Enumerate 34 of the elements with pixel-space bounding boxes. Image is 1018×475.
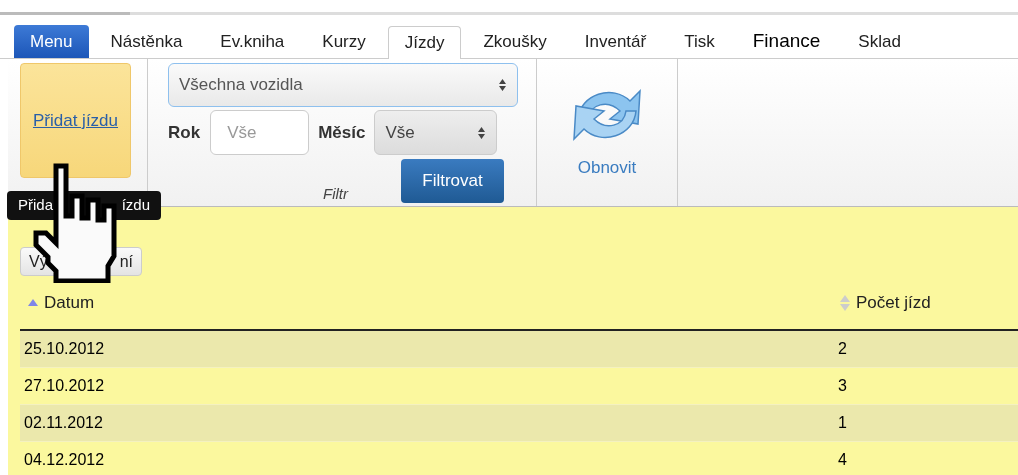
year-label: Rok (168, 121, 201, 144)
menu-button[interactable]: Menu (14, 25, 89, 58)
vehicle-select[interactable]: Všechna vozidla (168, 63, 518, 107)
tooltip-text: ízdu (121, 195, 150, 216)
tab[interactable]: Tisk (668, 25, 731, 58)
select-arrows-icon (498, 78, 507, 92)
month-select[interactable]: Vše (374, 110, 498, 155)
table-cell-text: 25.10.2012 (23, 339, 106, 359)
tab[interactable]: Nástěnka (94, 25, 199, 58)
report-button-text: ní (119, 251, 133, 272)
column-header[interactable]: Datum (44, 290, 95, 316)
column-header[interactable]: Počet jízd (856, 290, 931, 316)
table-cell-text: 02.11.2012 (23, 413, 104, 433)
tooltip-text: Přida (18, 195, 54, 216)
table-cell-text: 3 (838, 376, 847, 396)
tab[interactable]: Ev.kniha (204, 25, 301, 58)
month-label: Měsíc (318, 121, 366, 144)
table-cell-text: 4 (838, 450, 847, 470)
tab[interactable]: Kurzy (306, 25, 382, 58)
tab[interactable]: Finance (736, 25, 837, 58)
year-field[interactable]: Vše (210, 110, 310, 155)
table-cell-text: 2 (838, 339, 847, 359)
refresh-button[interactable]: Obnovit (577, 155, 637, 181)
table-cell-text: 04.12.2012 (23, 450, 106, 470)
tab[interactable]: Sklad (842, 25, 917, 58)
table-cell-text: 27.10.2012 (23, 376, 106, 396)
tab[interactable]: Inventář (568, 25, 663, 58)
filter-button[interactable]: Filtrovat (401, 159, 504, 203)
table-cell-text: 1 (838, 413, 847, 433)
tab[interactable]: Jízdy (387, 26, 462, 59)
select-arrows-icon (477, 125, 487, 140)
filter-group-label: Filtr (323, 183, 348, 204)
tab[interactable]: Zkoušky (467, 25, 563, 58)
add-ride-button[interactable]: Přidat jízdu (20, 63, 131, 178)
